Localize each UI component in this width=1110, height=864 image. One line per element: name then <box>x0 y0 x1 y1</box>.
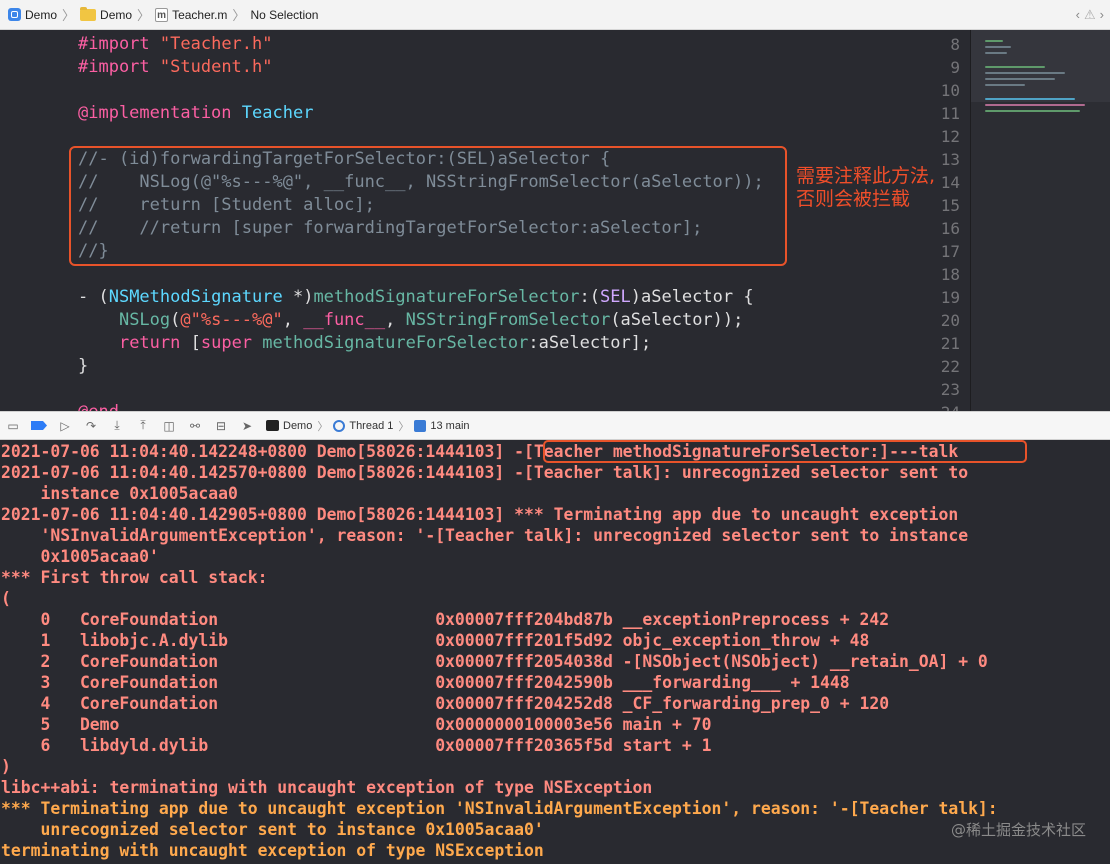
issue-navigation: ‹ ⚠ › <box>1076 0 1104 29</box>
code-line[interactable]: - (NSMethodSignature *)methodSignatureFo… <box>78 286 754 309</box>
console-line: libc++abi: terminating with uncaught exc… <box>1 778 653 797</box>
chevron-left-icon[interactable]: ‹ <box>1076 7 1080 22</box>
line-number[interactable]: 18 <box>910 263 960 286</box>
minimap-line <box>985 66 1045 68</box>
line-number[interactable]: 20 <box>910 309 960 332</box>
breadcrumb-project[interactable]: Demo 〉 <box>0 0 80 29</box>
console-line: 5 Demo 0x0000000100003e56 main + 70 <box>1 715 712 734</box>
console-line: *** First throw call stack: <box>1 568 268 587</box>
chevron-right-icon: 〉 <box>137 8 151 23</box>
console-highlight-box <box>543 440 1027 463</box>
chevron-right-icon: 〉 <box>398 420 410 433</box>
breadcrumb-symbol[interactable]: No Selection <box>250 0 318 29</box>
warning-icon[interactable]: ⚠ <box>1084 7 1096 23</box>
console-output[interactable]: 2021-07-06 11:04:40.142248+0800 Demo[580… <box>0 440 1110 864</box>
line-number[interactable]: 23 <box>910 378 960 401</box>
minimap-line <box>985 72 1065 74</box>
code-line[interactable]: return [super methodSignatureForSelector… <box>78 332 651 355</box>
debug-process-label[interactable]: Demo <box>283 420 312 432</box>
console-line: instance 0x1005acaa0 <box>1 484 238 503</box>
stack-frame-icon <box>414 419 427 432</box>
line-number[interactable]: 19 <box>910 286 960 309</box>
breadcrumb-group-label: Demo <box>100 7 133 22</box>
chevron-right-icon: 〉 <box>317 420 329 433</box>
minimap-line <box>985 52 1007 54</box>
minimap-line <box>985 46 1011 48</box>
line-number[interactable]: 17 <box>910 240 960 263</box>
console-line: 'NSInvalidArgumentException', reason: '-… <box>1 526 969 545</box>
code-line[interactable]: } <box>78 355 88 378</box>
debug-view-hierarchy-icon[interactable]: ◫ <box>156 416 182 436</box>
console-line: ) <box>1 757 11 776</box>
minimap-line <box>985 78 1055 80</box>
breadcrumb-project-label: Demo <box>25 7 58 22</box>
minimap-line <box>985 110 1080 112</box>
folder-icon <box>80 6 97 21</box>
console-line: ( <box>1 589 11 608</box>
environment-overrides-icon[interactable]: ⊟ <box>208 416 234 436</box>
console-line: *** Terminating app due to uncaught exce… <box>1 799 998 818</box>
minimap-line <box>985 40 1003 42</box>
line-number[interactable]: 21 <box>910 332 960 355</box>
breadcrumb-group[interactable]: Demo 〉 <box>80 0 155 29</box>
memory-graph-icon[interactable]: ⚯ <box>182 416 208 436</box>
console-line: 3 CoreFoundation 0x00007fff2042590b ___f… <box>1 673 850 692</box>
console-line: 0x1005acaa0' <box>1 547 159 566</box>
step-into-icon[interactable]: ⤓ <box>104 416 130 436</box>
continue-icon[interactable]: ▷ <box>52 416 78 436</box>
annotation-note: 需要注释此方法, 否则会被拦截 <box>796 165 936 210</box>
process-icon <box>266 420 279 431</box>
console-line: terminating with uncaught exception of t… <box>1 841 544 860</box>
debug-thread-label[interactable]: Thread 1 <box>349 420 393 432</box>
breadcrumb-symbol-label: No Selection <box>250 7 319 22</box>
console-line: 2021-07-06 11:04:40.142905+0800 Demo[580… <box>1 505 959 524</box>
debug-bar: ▭ ▷ ↷ ⤓ ⤒ ◫ ⚯ ⊟ ➤ Demo 〉 Thread 1 〉 13 m… <box>0 411 1110 440</box>
line-number[interactable]: 16 <box>910 217 960 240</box>
line-number[interactable]: 24 <box>910 401 960 411</box>
minimap-line <box>985 98 1075 100</box>
hide-debug-area-icon[interactable]: ▭ <box>0 416 26 436</box>
debug-frame-label[interactable]: 13 main <box>430 420 469 432</box>
console-line: 0 CoreFoundation 0x00007fff204bd87b __ex… <box>1 610 890 629</box>
xcode-project-icon <box>8 8 21 21</box>
debug-breadcrumb: Demo 〉 Thread 1 〉 13 main <box>266 418 470 434</box>
chevron-right-icon: 〉 <box>232 8 246 23</box>
console-line: 1 libobjc.A.dylib 0x00007fff201f5d92 obj… <box>1 631 870 650</box>
highlight-box <box>69 146 787 266</box>
breadcrumb-file[interactable]: m Teacher.m 〉 <box>155 0 250 29</box>
console-line: 6 libdyld.dylib 0x00007fff20365f5d start… <box>1 736 712 755</box>
objc-file-icon: m <box>155 7 169 22</box>
step-over-icon[interactable]: ↷ <box>78 416 104 436</box>
minimap-line <box>985 104 1085 106</box>
line-number[interactable]: 22 <box>910 355 960 378</box>
source-editor[interactable]: 8 #import "Teacher.h" 9 #import "Student.h"… <box>0 30 970 411</box>
breakpoints-toggle-icon[interactable] <box>26 416 52 436</box>
console-line: unrecognized selector sent to instance 0… <box>1 820 544 839</box>
line-number[interactable]: 9 <box>910 56 960 79</box>
code-line[interactable]: NSLog(@"%s---%@", __func__, NSStringFrom… <box>78 309 743 332</box>
thread-icon <box>333 419 346 432</box>
console-line: 2 CoreFoundation 0x00007fff2054038d -[NS… <box>1 652 988 671</box>
minimap-line <box>985 84 1025 86</box>
breadcrumb-file-label: Teacher.m <box>172 7 228 22</box>
console-line: 4 CoreFoundation 0x00007fff204252d8 _CF_… <box>1 694 890 713</box>
line-number[interactable]: 10 <box>910 79 960 102</box>
jump-bar: Demo 〉 Demo 〉 m Teacher.m 〉 No Selection… <box>0 0 1110 30</box>
code-line[interactable]: #import "Student.h" <box>78 56 273 79</box>
line-number[interactable]: 12 <box>910 125 960 148</box>
code-line[interactable]: @implementation Teacher <box>78 102 313 125</box>
chevron-right-icon: 〉 <box>62 8 76 23</box>
watermark: @稀土掘金技术社区 <box>950 821 1086 839</box>
step-out-icon[interactable]: ⤒ <box>130 416 156 436</box>
line-number[interactable]: 8 <box>910 33 960 56</box>
location-icon[interactable]: ➤ <box>234 416 260 436</box>
minimap[interactable] <box>970 30 1110 411</box>
chevron-right-icon[interactable]: › <box>1100 7 1104 22</box>
code-line[interactable]: #import "Teacher.h" <box>78 33 273 56</box>
console-line: 2021-07-06 11:04:40.142570+0800 Demo[580… <box>1 463 969 482</box>
line-number[interactable]: 11 <box>910 102 960 125</box>
code-line[interactable]: @end <box>78 401 119 411</box>
